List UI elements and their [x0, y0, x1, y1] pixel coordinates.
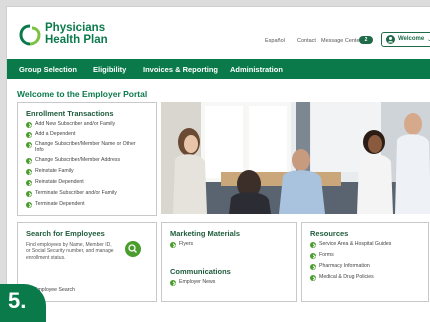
- step-badge: 5.: [0, 284, 46, 322]
- communications-title: Communications: [170, 267, 231, 276]
- list-item-label: Employer News: [179, 279, 216, 285]
- chevron-right-icon: [170, 280, 176, 286]
- chevron-right-icon: [170, 242, 176, 248]
- hero-photo: [161, 102, 430, 214]
- list-item-label: Terminate Subscriber and/or Family: [35, 190, 117, 196]
- contact-link[interactable]: Contact: [297, 38, 316, 44]
- logo-mark-icon: [19, 24, 41, 46]
- nav-eligibility[interactable]: Eligibility: [93, 65, 126, 74]
- logo[interactable]: Physicians Health Plan: [19, 22, 109, 52]
- list-item-label: Medical & Drug Policies: [319, 274, 374, 280]
- chevron-right-icon: [310, 242, 316, 248]
- chevron-right-icon: [310, 275, 316, 281]
- employer-portal-page: Physicians Health Plan Español Contact M…: [6, 6, 430, 322]
- logo-text: Physicians Health Plan: [45, 22, 108, 46]
- chevron-right-icon: [26, 142, 32, 148]
- chevron-right-icon: [26, 191, 32, 197]
- list-item-label: Service Area & Hospital Guides: [319, 241, 392, 247]
- chevron-right-icon: [26, 202, 32, 208]
- message-center-link[interactable]: Message Center: [321, 38, 361, 44]
- search-icon: [128, 244, 137, 253]
- page-title: Welcome to the Employer Portal: [17, 89, 148, 99]
- logo-line1: Physicians: [45, 22, 106, 34]
- chevron-right-icon: [310, 253, 316, 259]
- resources-title: Resources: [310, 229, 349, 238]
- main-nav: Group Selection Eligibility Invoices & R…: [7, 59, 430, 79]
- welcome-account-button[interactable]: Welcome ⌄: [381, 32, 430, 47]
- list-item-label: Change Subscriber/Member Address: [35, 157, 121, 163]
- list-item-label: Change Subscriber/Member Name or Other: [35, 141, 136, 147]
- nav-administration[interactable]: Administration: [230, 65, 283, 74]
- logo-line2: Health Plan: [45, 34, 108, 46]
- search-desc-line: enrollment status.: [26, 254, 66, 261]
- chevron-right-icon: [26, 180, 32, 186]
- list-item-label: Terminate Dependent: [35, 201, 85, 207]
- marketing-communications-card: Marketing Materials Flyers Communication…: [161, 222, 297, 302]
- nav-group-selection[interactable]: Group Selection: [19, 65, 77, 74]
- welcome-label: Welcome: [398, 36, 425, 42]
- nav-invoices-reporting[interactable]: Invoices & Reporting: [143, 65, 218, 74]
- list-item-label: Info: [35, 147, 44, 153]
- list-item-label: Flyers: [179, 241, 194, 247]
- enrollment-transactions-card: Enrollment Transactions Add New Subscrib…: [17, 102, 157, 216]
- marketing-title: Marketing Materials: [170, 229, 241, 238]
- chevron-right-icon: [26, 132, 32, 138]
- message-count-badge: 2: [359, 36, 373, 44]
- user-icon: [386, 35, 395, 44]
- search-title: Search for Employees: [26, 229, 105, 238]
- espanol-link[interactable]: Español: [265, 38, 285, 44]
- chevron-right-icon: [26, 169, 32, 175]
- list-item-label: Add New Subscriber and/or Family: [35, 121, 116, 127]
- hero-photo-image: [161, 102, 430, 214]
- list-item-label: Reinstate Dependent: [35, 179, 84, 185]
- list-item-label: Pharmacy Information: [319, 263, 370, 269]
- search-description: Find employees by Name, Member ID, or So…: [26, 242, 122, 261]
- resources-card: Resources Service Area & Hospital Guides…: [301, 222, 429, 302]
- enrollment-title: Enrollment Transactions: [26, 109, 114, 118]
- search-desc-line: or Social Security number, and manage: [26, 248, 114, 255]
- chevron-right-icon: [310, 264, 316, 270]
- site-header: Physicians Health Plan Español Contact M…: [7, 7, 430, 55]
- step-number: 5.: [8, 288, 27, 313]
- chevron-right-icon: [26, 122, 32, 128]
- list-item-label: Add a Dependent: [35, 131, 76, 137]
- list-item-label: Reinstate Family: [35, 168, 74, 174]
- chevron-right-icon: [26, 158, 32, 164]
- list-item-label: Forms: [319, 252, 334, 258]
- search-button[interactable]: [125, 241, 141, 257]
